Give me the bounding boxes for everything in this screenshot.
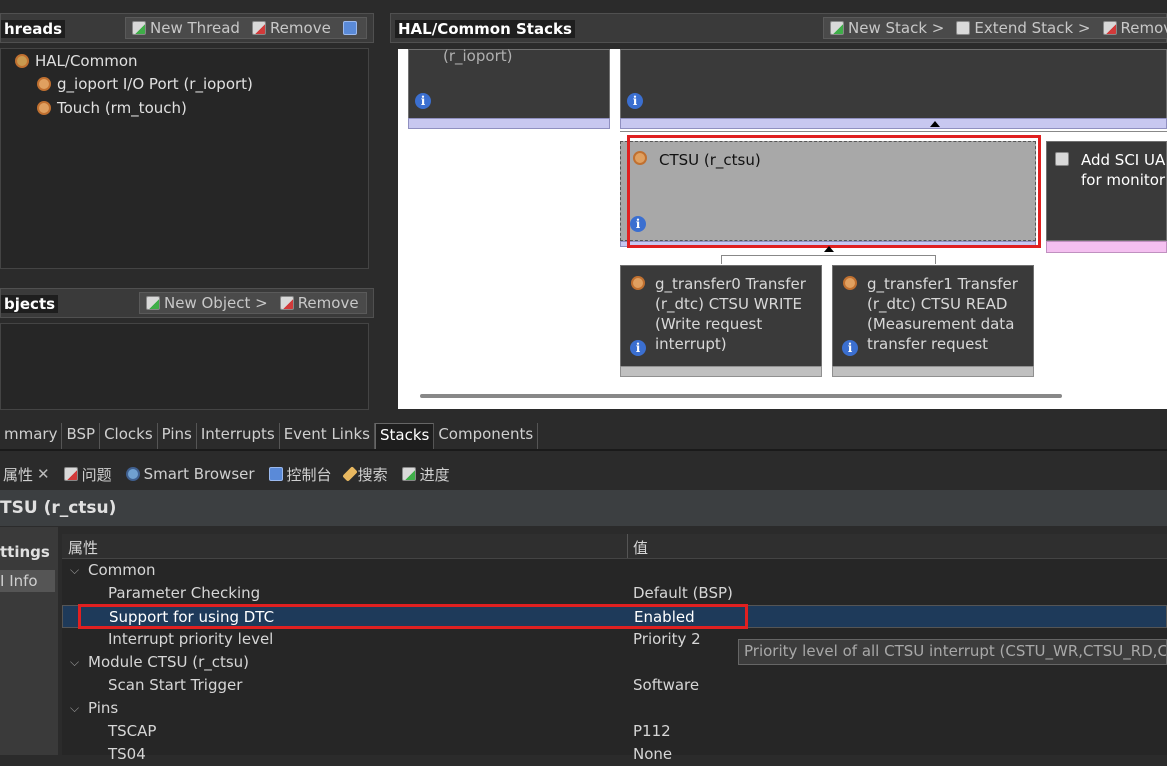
module-gear-icon: [37, 77, 51, 91]
chevron-down-icon[interactable]: ⌵: [70, 651, 79, 674]
col-property: 属性: [68, 537, 98, 558]
col-value: 值: [633, 537, 648, 558]
expand-arrow-icon[interactable]: [930, 121, 940, 127]
tab-bsp[interactable]: BSP: [62, 423, 100, 449]
problems-icon: [64, 467, 78, 481]
stacks-toolbar: New Stack > Extend Stack > Remov: [823, 17, 1167, 39]
add-module-icon: [1055, 152, 1069, 166]
objects-toolbar: New Object > Remove: [139, 292, 367, 314]
stack-canvas[interactable]: (r_ioport) i i CTSU (r_ctsu) i Add SCI U…: [398, 49, 1167, 409]
smart-browser-icon: [126, 467, 140, 481]
table-row[interactable]: TSCAP P112: [62, 720, 1167, 743]
col-divider: [627, 534, 628, 558]
module-gear-icon: [631, 276, 645, 290]
module-add-sci-bar: [1046, 241, 1167, 253]
tooltip: Priority level of all CTSU interrupt (CS…: [738, 639, 1167, 665]
remove-stack-button[interactable]: Remov: [1103, 19, 1167, 37]
chevron-down-icon[interactable]: ⌵: [70, 559, 79, 582]
module-transfer1[interactable]: g_transfer1 Transfer (r_dtc) CTSU READ (…: [832, 265, 1034, 368]
tab-interrupts[interactable]: Interrupts: [197, 423, 280, 449]
tab-problems[interactable]: 问题: [64, 464, 112, 485]
table-row[interactable]: Parameter Checking Default (BSP): [62, 582, 1167, 605]
threads-toolbar: New Thread Remove: [125, 17, 367, 39]
tab-progress[interactable]: 进度: [402, 464, 450, 485]
info-icon[interactable]: i: [415, 93, 431, 109]
module-transfer1-bar: [832, 366, 1034, 377]
module-transfer0[interactable]: g_transfer0 Transfer (r_dtc) CTSU WRITE …: [620, 265, 822, 368]
remove-icon: [252, 21, 266, 35]
module-touch[interactable]: i: [620, 49, 1167, 121]
tab-properties[interactable]: 属性 ✕: [3, 464, 50, 485]
connector-line: [721, 255, 936, 264]
chevron-down-icon[interactable]: ⌵: [70, 697, 79, 720]
tab-event-links[interactable]: Event Links: [280, 423, 375, 449]
tab-summary[interactable]: mmary: [0, 423, 62, 449]
objects-panel-header: bjects New Object > Remove: [0, 288, 374, 318]
remove-icon: [1103, 21, 1117, 35]
table-row[interactable]: Scan Start Trigger Software: [62, 674, 1167, 697]
new-object-icon: [146, 296, 160, 310]
search-icon: [342, 466, 358, 482]
stacks-panel-title: HAL/Common Stacks: [395, 20, 575, 38]
properties-side-tabs: ttings I Info: [0, 527, 58, 755]
module-transfer0-bar: [620, 366, 822, 377]
properties-title-bar: TSU (r_ctsu): [0, 490, 1167, 526]
new-thread-icon: [132, 21, 146, 35]
extend-stack-icon: [956, 21, 970, 35]
editor-tabs: mmary BSP Clocks Pins Interrupts Event L…: [0, 423, 538, 449]
stacks-panel-header: HAL/Common Stacks New Stack > Extend Sta…: [390, 13, 1167, 43]
info-icon[interactable]: i: [842, 340, 858, 356]
panel-menu-icon: [343, 21, 357, 35]
module-add-sci[interactable]: Add SCI UA for monitor: [1046, 141, 1167, 241]
side-tab-settings[interactable]: ttings: [0, 543, 50, 561]
module-touch-bar: [620, 118, 1167, 129]
close-icon[interactable]: ✕: [37, 465, 50, 483]
objects-list: [0, 323, 369, 410]
ctsu-highlight-box: [627, 135, 1041, 248]
divider: [0, 449, 1167, 451]
tab-stacks[interactable]: Stacks: [375, 423, 434, 449]
new-object-button[interactable]: New Object >: [146, 294, 268, 312]
tab-pins[interactable]: Pins: [158, 423, 197, 449]
console-icon: [269, 467, 283, 481]
tab-clocks[interactable]: Clocks: [100, 423, 158, 449]
module-gear-icon: [843, 276, 857, 290]
collapse-arrow-icon[interactable]: [824, 246, 834, 252]
new-stack-icon: [830, 21, 844, 35]
threads-panel-header: hreads New Thread Remove: [0, 13, 374, 43]
info-icon[interactable]: i: [627, 93, 643, 109]
new-thread-button[interactable]: New Thread: [132, 19, 240, 37]
tab-console[interactable]: 控制台: [269, 464, 332, 485]
table-row-group[interactable]: ⌵ Pins: [62, 697, 1167, 720]
module-gear-icon: [37, 101, 51, 115]
tab-smart-browser[interactable]: Smart Browser: [126, 465, 255, 483]
extend-stack-button[interactable]: Extend Stack >: [956, 19, 1090, 37]
side-tab-api-info[interactable]: I Info: [0, 570, 55, 592]
panel-menu-button[interactable]: [343, 21, 357, 35]
remove-object-button[interactable]: Remove: [280, 294, 359, 312]
info-icon[interactable]: i: [630, 340, 646, 356]
module-ioport[interactable]: (r_ioport) i: [408, 49, 610, 121]
tab-components[interactable]: Components: [434, 423, 538, 449]
module-ioport-bar: [408, 118, 610, 129]
tree-item-ioport[interactable]: g_ioport I/O Port (r_ioport): [37, 75, 253, 93]
new-stack-button[interactable]: New Stack >: [830, 19, 944, 37]
threads-tree: HAL/Common g_ioport I/O Port (r_ioport) …: [0, 48, 369, 269]
tab-search[interactable]: 搜索: [346, 464, 388, 485]
view-tabs: 属性 ✕ 问题 Smart Browser 控制台 搜索 进度: [0, 461, 450, 487]
table-header: 属性 值: [62, 534, 1167, 559]
horizontal-scrollbar[interactable]: [420, 394, 1062, 398]
dtc-highlight-box: [78, 604, 748, 629]
remove-thread-button[interactable]: Remove: [252, 19, 331, 37]
tree-item-touch[interactable]: Touch (rm_touch): [37, 99, 187, 117]
table-row-group[interactable]: ⌵ Common: [62, 559, 1167, 582]
objects-panel-title: bjects: [1, 295, 58, 313]
remove-icon: [280, 296, 294, 310]
hal-common-icon: [15, 54, 29, 68]
threads-panel-title: hreads: [1, 20, 65, 38]
tree-item-hal-common[interactable]: HAL/Common: [15, 52, 138, 70]
progress-icon: [402, 467, 416, 481]
properties-title: TSU (r_ctsu): [0, 498, 116, 518]
